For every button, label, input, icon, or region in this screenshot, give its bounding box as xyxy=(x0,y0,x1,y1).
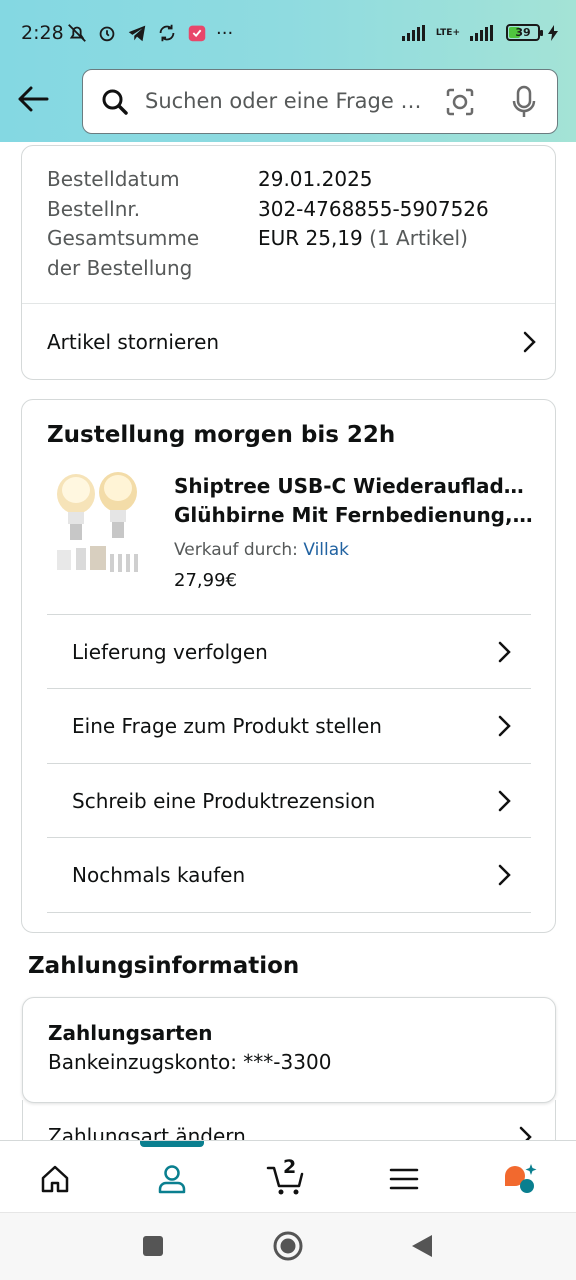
order-date-label: Bestelldatum xyxy=(47,167,180,191)
battery-icon: 39 xyxy=(506,24,543,41)
order-total-label-2: der Bestellung xyxy=(47,255,193,280)
charging-icon xyxy=(548,24,558,41)
telegram-icon xyxy=(128,25,146,42)
order-total-value: EUR 25,19 (1 Artikel) xyxy=(258,226,468,250)
order-summary-card: Bestelldatum Bestellnr. Gesamtsumme der … xyxy=(21,145,556,380)
chevron-right-icon xyxy=(498,641,511,662)
nav-menu[interactable] xyxy=(384,1159,424,1199)
back-button[interactable] xyxy=(14,80,52,118)
status-bar: 2:28 ··· LTE+ 39 xyxy=(0,0,576,66)
muted-bell-icon xyxy=(68,24,86,42)
notification-icons: ··· xyxy=(66,22,233,44)
buy-again-link[interactable]: Nochmals kaufen xyxy=(72,838,512,912)
signal-icon xyxy=(401,24,425,41)
rufus-icon xyxy=(505,1164,537,1193)
status-right: LTE+ 39 xyxy=(401,24,558,41)
cancel-item-label: Artikel stornieren xyxy=(47,330,220,354)
sold-by: Verkauf durch: Villak xyxy=(174,540,350,560)
ask-question-link[interactable]: Eine Frage zum Produkt stellen xyxy=(72,689,512,763)
order-total-label-1: Gesamtsumme xyxy=(47,226,200,250)
cart-count-badge: 2 xyxy=(283,1156,297,1178)
home-button[interactable] xyxy=(272,1230,304,1262)
search-bar[interactable]: Suchen oder eine Frage stellen xyxy=(82,69,558,134)
more-notifications: ··· xyxy=(216,22,234,44)
recents-button[interactable] xyxy=(142,1235,164,1257)
signal-icon-2 xyxy=(470,24,493,41)
product-title[interactable]: Shiptree USB-C Wiederaufladbare Glühbirn… xyxy=(174,472,534,530)
system-navigation-bar xyxy=(0,1212,576,1280)
bank-account: Bankeinzugskonto: ***-3300 xyxy=(48,1050,332,1074)
payment-section-title: Zahlungsinformation xyxy=(28,953,300,979)
chevron-right-icon xyxy=(523,331,536,353)
alarm-icon xyxy=(99,26,115,42)
account-icon xyxy=(158,1165,186,1194)
order-values: 29.01.2025 302-4768855-5907526 EUR 25,19… xyxy=(258,165,489,254)
track-delivery-label: Lieferung verfolgen xyxy=(72,639,268,664)
chevron-right-icon xyxy=(498,715,511,737)
product-price: 27,99€ xyxy=(174,570,237,591)
nav-account[interactable] xyxy=(152,1159,192,1199)
chevron-right-icon xyxy=(498,864,511,886)
home-icon xyxy=(41,1165,69,1193)
buy-again-label: Nochmals kaufen xyxy=(72,863,246,887)
active-tab-indicator xyxy=(140,1141,204,1147)
status-time: 2:28 xyxy=(21,22,64,44)
back-system-button[interactable] xyxy=(410,1233,434,1259)
microphone-icon[interactable] xyxy=(511,85,537,119)
order-date-value: 29.01.2025 xyxy=(258,167,373,191)
order-number-label: Bestellnr. xyxy=(47,196,141,221)
write-review-link[interactable]: Schreib eine Produktrezension xyxy=(72,764,512,837)
product-image[interactable] xyxy=(52,468,148,580)
write-review-label: Schreib eine Produktrezension xyxy=(72,788,376,813)
search-input[interactable]: Suchen oder eine Frage stellen xyxy=(145,89,425,113)
order-labels: Bestelldatum Bestellnr. Gesamtsumme der … xyxy=(47,165,199,283)
ask-question-label: Eine Frage zum Produkt stellen xyxy=(72,714,382,738)
seller-link[interactable]: Villak xyxy=(303,540,349,560)
camera-scan-icon[interactable] xyxy=(445,87,475,117)
delivery-heading: Zustellung morgen bis 22h xyxy=(47,422,396,448)
payment-methods-card[interactable]: Zahlungsarten Bankeinzugskonto: ***-3300 xyxy=(22,997,556,1103)
nav-rufus[interactable] xyxy=(500,1159,540,1199)
chevron-right-icon xyxy=(498,790,511,811)
sync-icon xyxy=(159,24,175,42)
network-type: LTE+ xyxy=(435,27,460,38)
nav-home[interactable] xyxy=(35,1159,75,1199)
payment-methods-title: Zahlungsarten xyxy=(48,1021,213,1045)
search-icon xyxy=(102,89,128,115)
menu-icon xyxy=(389,1168,419,1190)
order-number-value: 302-4768855-5907526 xyxy=(258,196,489,221)
shopping-app-icon xyxy=(188,25,206,42)
app-header: 2:28 ··· LTE+ 39 Suchen oder eine Frage … xyxy=(0,0,576,142)
track-delivery-link[interactable]: Lieferung verfolgen xyxy=(72,615,512,688)
arrow-left-icon xyxy=(18,86,49,112)
delivery-card: Zustellung morgen bis 22h Shiptree USB-C… xyxy=(21,399,556,933)
divider xyxy=(47,912,531,913)
cancel-item-link[interactable]: Artikel stornieren xyxy=(47,304,537,380)
